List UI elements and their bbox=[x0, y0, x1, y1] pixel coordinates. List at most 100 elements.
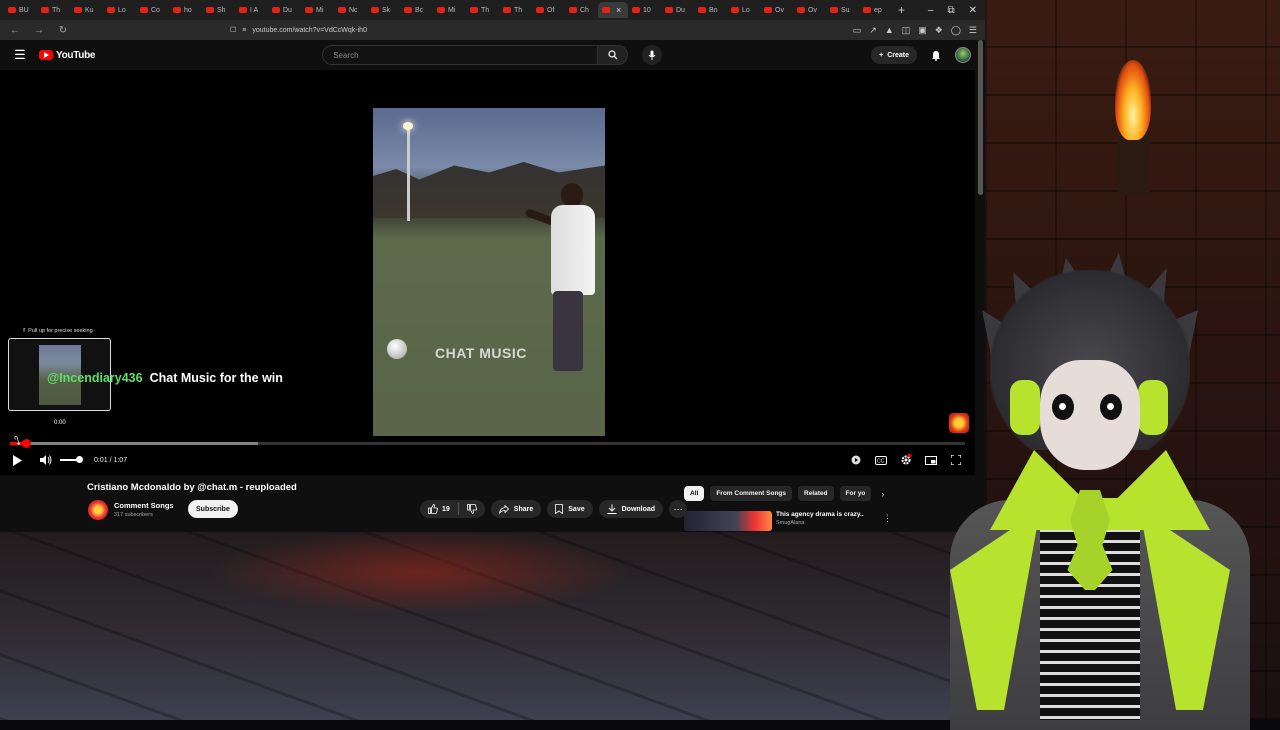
tab-label: Bc bbox=[415, 6, 424, 14]
header-actions: + Create bbox=[871, 46, 971, 64]
download-button[interactable]: Download bbox=[598, 500, 664, 518]
browser-tab[interactable]: Mi bbox=[301, 2, 334, 18]
youtube-favicon-icon bbox=[8, 7, 16, 13]
browser-tab[interactable]: Lo bbox=[727, 2, 760, 18]
channel-name[interactable]: Comment Songs bbox=[114, 501, 174, 510]
chip-from-channel[interactable]: From Comment Songs bbox=[710, 486, 793, 501]
browser-tab[interactable]: Du bbox=[661, 2, 694, 18]
browser-tab[interactable]: Of bbox=[532, 2, 565, 18]
recommendation-title[interactable]: This agency drama is crazy.. bbox=[776, 511, 864, 518]
browser-tab[interactable]: Su bbox=[826, 2, 859, 18]
captions-icon: CC bbox=[875, 455, 887, 465]
youtube-logo[interactable]: YouTube bbox=[39, 50, 96, 61]
recommendation-item[interactable]: This agency drama is crazy.. SmugAlana bbox=[684, 511, 864, 531]
account-avatar[interactable] bbox=[955, 47, 971, 63]
restore-icon[interactable]: ⧉ bbox=[947, 5, 954, 16]
video-actions: 19 Share Save Download ⋯ bbox=[420, 500, 688, 518]
notifications-bell-icon[interactable] bbox=[931, 50, 941, 61]
volume-slider[interactable] bbox=[60, 456, 83, 463]
new-tab-icon[interactable]: + bbox=[898, 3, 905, 17]
like-button[interactable]: 19 bbox=[420, 500, 458, 518]
browser-tab[interactable]: 10 bbox=[628, 2, 661, 18]
browser-tab[interactable]: Du bbox=[268, 2, 301, 18]
autoplay-toggle[interactable] bbox=[849, 453, 863, 467]
browser-tab[interactable]: ho bbox=[169, 2, 202, 18]
chevron-right-icon[interactable]: › bbox=[881, 489, 884, 499]
youtube-favicon-icon bbox=[830, 7, 838, 13]
browser-tab[interactable]: Th bbox=[37, 2, 70, 18]
browser-tab[interactable]: Ku bbox=[70, 2, 103, 18]
browser-tab[interactable]: Sk bbox=[367, 2, 400, 18]
tab-label: I A bbox=[250, 6, 259, 14]
back-icon[interactable]: ← bbox=[8, 25, 22, 36]
site-info-icon[interactable]: ≡ bbox=[242, 27, 246, 34]
recommendation-channel[interactable]: SmugAlana bbox=[776, 520, 864, 526]
browser-tab[interactable]: Mi bbox=[433, 2, 466, 18]
youtube-favicon-icon bbox=[338, 7, 346, 13]
video-player[interactable]: CHAT MUSIC ⇑ Pull up for precise seeking… bbox=[0, 70, 975, 475]
browser-tab[interactable]: × bbox=[598, 2, 628, 18]
close-window-icon[interactable]: ✕ bbox=[969, 5, 977, 16]
channel-avatar[interactable] bbox=[88, 500, 108, 520]
dislike-button[interactable] bbox=[459, 500, 485, 518]
video-frame[interactable]: CHAT MUSIC bbox=[373, 108, 605, 436]
chip-all[interactable]: All bbox=[684, 486, 705, 501]
browser-menu-icon[interactable]: ☰ bbox=[969, 25, 977, 36]
captions-button[interactable]: CC bbox=[874, 453, 888, 467]
brave-shield-icon[interactable]: ▲ bbox=[885, 25, 894, 36]
play-icon bbox=[13, 454, 22, 466]
extension-toolbar: ▭ ↗ ▲ ◫ ▣ ❖ ◯ ☰ bbox=[853, 25, 977, 36]
sidebar-icon[interactable]: ◫ bbox=[902, 25, 911, 36]
hamburger-menu-icon[interactable]: ☰ bbox=[14, 47, 34, 63]
minimize-icon[interactable]: – bbox=[928, 5, 934, 16]
save-button[interactable]: Save bbox=[547, 500, 593, 518]
youtube-favicon-icon bbox=[437, 7, 445, 13]
subscribe-button[interactable]: Subscribe bbox=[188, 500, 238, 518]
browser-tab[interactable]: BU bbox=[4, 2, 37, 18]
extensions-icon[interactable]: ❖ bbox=[935, 25, 943, 36]
recommendation-menu-icon[interactable]: ⋮ bbox=[883, 513, 892, 524]
play-button[interactable] bbox=[12, 453, 26, 467]
wallet-icon[interactable]: ▣ bbox=[918, 25, 927, 36]
mute-button[interactable] bbox=[40, 453, 54, 467]
close-tab-icon[interactable]: × bbox=[616, 5, 621, 15]
share-button[interactable]: Share bbox=[490, 500, 542, 518]
forward-icon[interactable]: → bbox=[32, 25, 46, 36]
browser-tab[interactable]: Th bbox=[466, 2, 499, 18]
browser-tab[interactable]: Bc bbox=[400, 2, 433, 18]
browser-tab[interactable]: Sh bbox=[202, 2, 235, 18]
tab-label: Mi bbox=[448, 6, 456, 14]
bookmark-icon[interactable]: ☐ bbox=[230, 26, 236, 34]
browser-tab[interactable]: I A bbox=[235, 2, 268, 18]
cast-icon[interactable]: ▭ bbox=[853, 25, 862, 36]
browser-tab[interactable]: Ov bbox=[793, 2, 826, 18]
browser-tab[interactable]: Bn bbox=[694, 2, 727, 18]
footballer-head bbox=[561, 183, 583, 207]
progress-scrubber[interactable] bbox=[22, 439, 32, 448]
browser-tab[interactable]: Nc bbox=[334, 2, 367, 18]
browser-tab[interactable]: Th bbox=[499, 2, 532, 18]
browser-tab[interactable]: Co bbox=[136, 2, 169, 18]
create-button[interactable]: + Create bbox=[871, 46, 917, 64]
browser-tab[interactable]: Lo bbox=[103, 2, 136, 18]
chip-for-you[interactable]: For yo bbox=[839, 486, 872, 501]
browser-tab[interactable]: Ov bbox=[760, 2, 793, 18]
search-icon bbox=[608, 50, 618, 60]
settings-button[interactable] bbox=[899, 453, 913, 467]
share-page-icon[interactable]: ↗ bbox=[869, 25, 877, 36]
reload-icon[interactable]: ↻ bbox=[56, 25, 70, 36]
recommendation-thumbnail[interactable] bbox=[684, 511, 772, 531]
url-field[interactable]: ☐ ≡ youtube.com/watch?v=VdCcWqk-ih0 bbox=[230, 26, 730, 35]
tab-label: ho bbox=[184, 6, 192, 14]
page-scrollbar[interactable] bbox=[978, 40, 983, 195]
vpn-icon[interactable]: ◯ bbox=[951, 25, 961, 36]
search-button[interactable] bbox=[598, 45, 629, 65]
progress-bar[interactable] bbox=[10, 439, 965, 448]
youtube-favicon-icon bbox=[371, 7, 379, 13]
voice-search-button[interactable] bbox=[642, 45, 663, 65]
search-input[interactable] bbox=[322, 45, 599, 65]
browser-tab[interactable]: Ch bbox=[565, 2, 598, 18]
chip-related[interactable]: Related bbox=[798, 486, 834, 501]
youtube-favicon-icon bbox=[632, 7, 640, 13]
browser-tab[interactable]: ep bbox=[859, 2, 892, 18]
